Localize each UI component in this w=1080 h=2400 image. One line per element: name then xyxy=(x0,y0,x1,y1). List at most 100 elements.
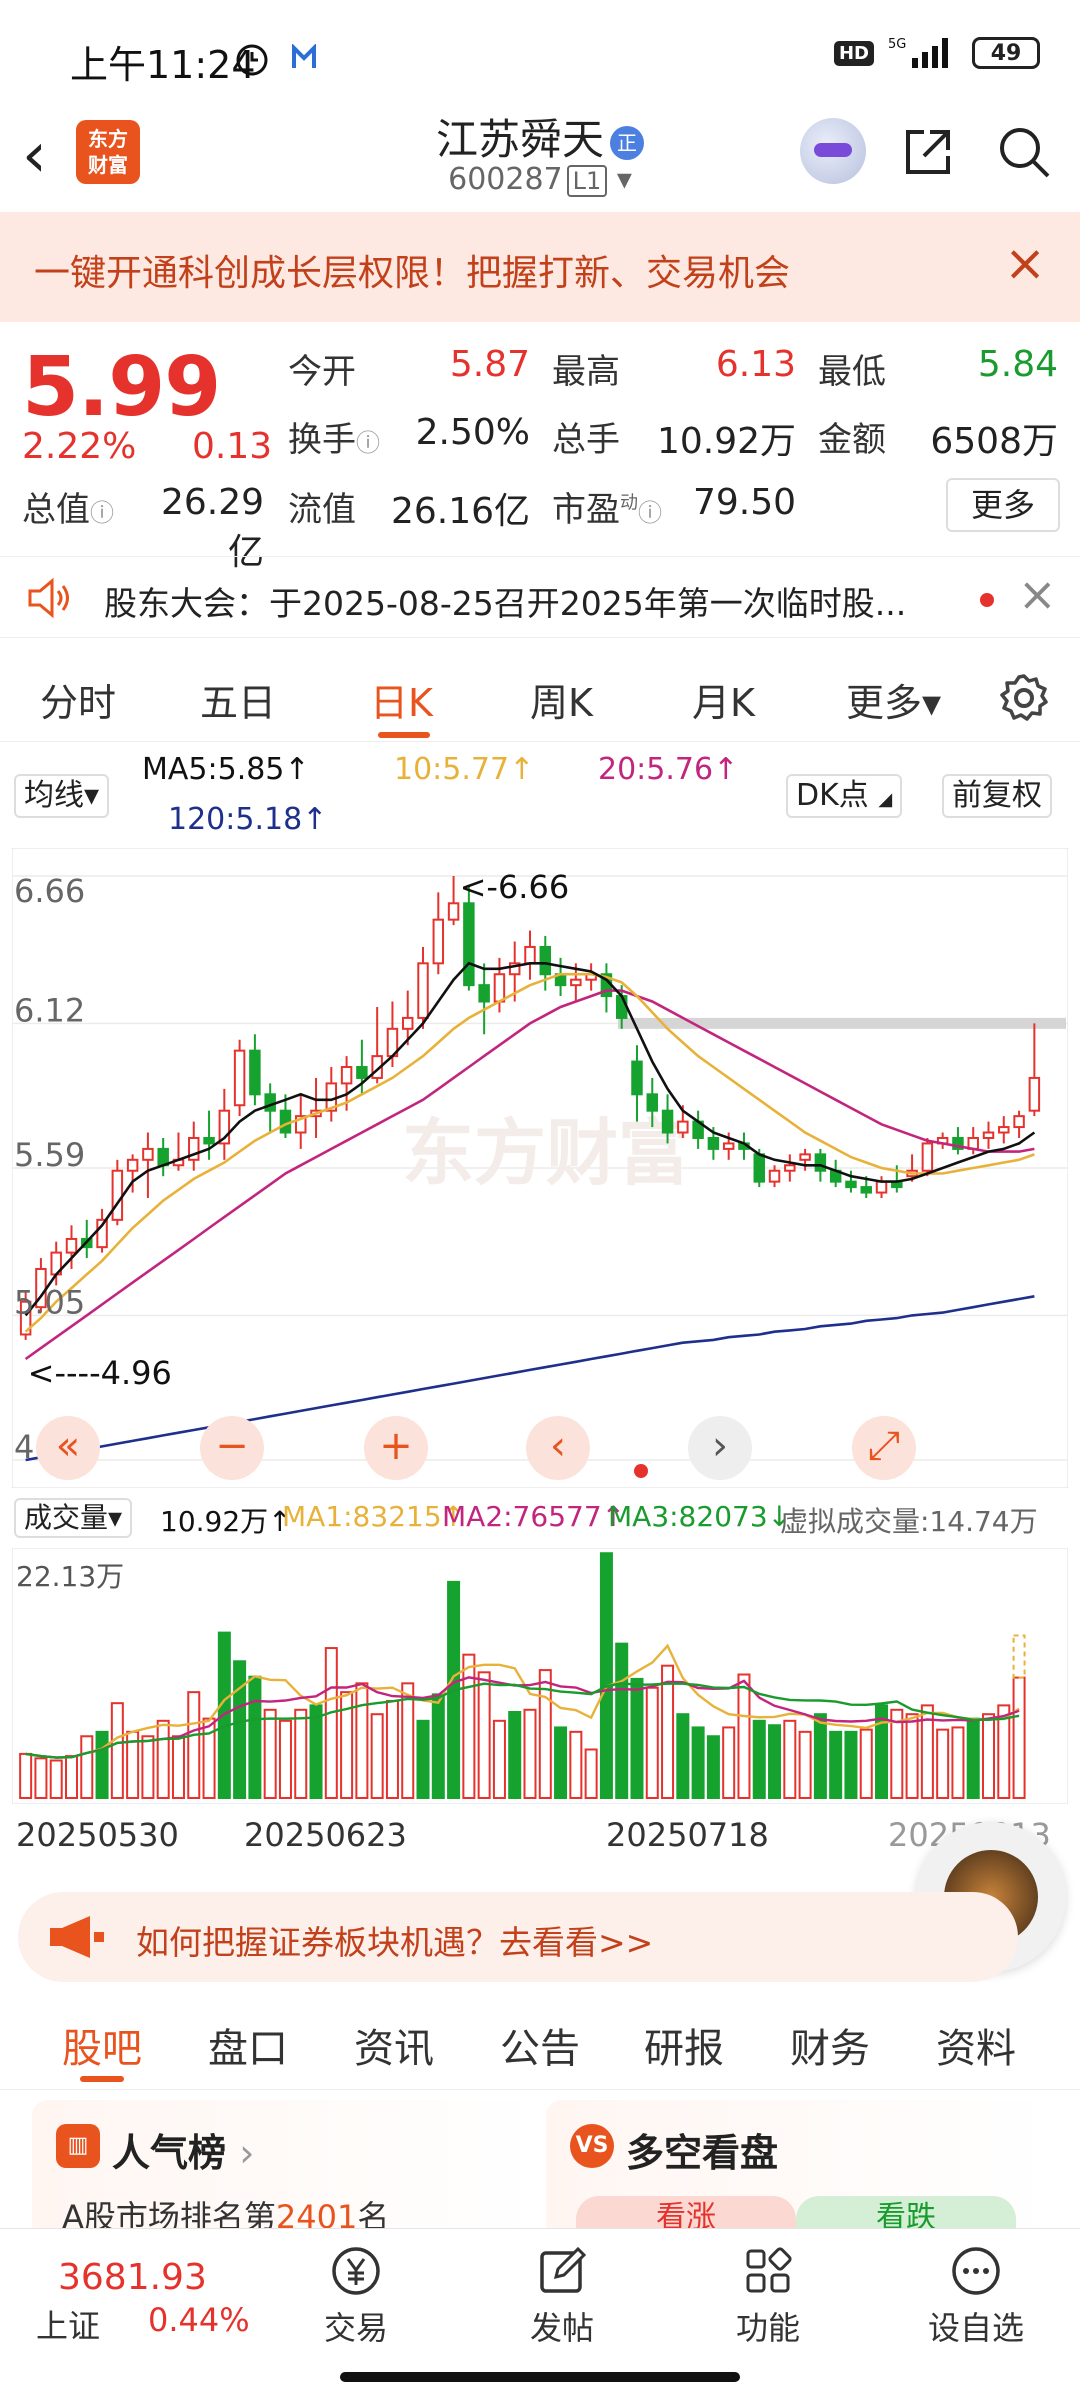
share-icon[interactable] xyxy=(900,124,956,180)
tab-weekly-k[interactable]: 周K xyxy=(530,672,593,727)
app-notification-icon xyxy=(292,44,316,68)
search-icon[interactable] xyxy=(996,124,1052,180)
volume-bar xyxy=(859,1728,873,1799)
bull-bear-title: 多空看盘 xyxy=(626,2131,779,2175)
candle xyxy=(325,1067,338,1122)
tab-announcements[interactable]: 公告 xyxy=(500,2016,580,2074)
bull-bear-card[interactable]: VS 多空看盘 看涨 看跌 xyxy=(546,2100,1056,2242)
candle xyxy=(432,892,445,975)
adjust-selector[interactable]: 前复权 xyxy=(942,774,1052,818)
volume-chart[interactable]: 22.13万 xyxy=(12,1548,1068,1804)
index-change[interactable]: 0.44% xyxy=(148,2301,250,2339)
candle xyxy=(554,957,567,997)
current-price: 5.99 xyxy=(22,340,221,435)
min-price-label: <----4.96 xyxy=(28,1354,172,1392)
tab-more[interactable]: 更多▾ xyxy=(846,672,941,727)
volume-legend: 成交量▾ 10.92万↑ MA1:83215↑ MA2:76577↑ MA3:8… xyxy=(0,1496,1080,1548)
volume-bar xyxy=(355,1682,369,1799)
hd-indicator: HD xyxy=(833,40,874,66)
high-value: 6.13 xyxy=(715,344,796,385)
fullscreen-button[interactable]: ⤢ xyxy=(852,1416,916,1480)
virtual-volume-bar xyxy=(1012,1634,1026,1679)
popularity-card[interactable]: ▥ 人气榜 › A股市场排名第2401名 xyxy=(32,2100,542,2240)
candlestick-chart[interactable]: 东方财富 6.666.125.595.054.52 <-6.66<----4.9… xyxy=(12,848,1068,1488)
candle xyxy=(447,876,460,926)
volume-bar xyxy=(813,1713,827,1800)
virtual-volume: 虚拟成交量:14.74万 xyxy=(780,1505,1038,1538)
announcement-bar[interactable]: 股东大会：于2025-08-25召开2025年第一次临时股... × xyxy=(0,556,1080,638)
ma10-value: 10:5.77↑ xyxy=(394,752,535,787)
pe-label[interactable]: 市盈动ⓘ xyxy=(552,482,662,531)
date-axis: 20250530 20250623 20250718 20250813 xyxy=(0,1812,1080,1862)
candle xyxy=(157,1137,169,1177)
volume-bar xyxy=(278,1719,292,1799)
indicator-selector[interactable]: 均线▾ xyxy=(14,774,110,818)
tab-research[interactable]: 研报 xyxy=(644,2016,724,2074)
announcement-text[interactable]: 股东大会：于2025-08-25召开2025年第一次临时股... xyxy=(104,577,906,625)
ai-assistant-icon[interactable] xyxy=(800,118,866,184)
gear-icon[interactable] xyxy=(996,670,1052,726)
candle xyxy=(585,963,597,991)
volume-indicator-selector[interactable]: 成交量▾ xyxy=(14,1498,133,1538)
volume-bar xyxy=(966,1717,980,1799)
index-value[interactable]: 3681.93 xyxy=(58,2257,207,2298)
candle xyxy=(310,1077,322,1138)
fast-backward-button[interactable]: « xyxy=(36,1416,100,1480)
close-icon[interactable]: × xyxy=(1004,234,1046,292)
volume-label: 总手 xyxy=(552,420,620,460)
volume-bar xyxy=(661,1664,675,1799)
volume-bar xyxy=(95,1730,109,1799)
speaker-icon xyxy=(28,577,69,619)
low-label: 最低 xyxy=(818,352,886,392)
promo-banner[interactable]: 一键开通科创成长层权限！把握打新、交易机会 × xyxy=(0,212,1080,322)
nav-post[interactable]: 发帖 xyxy=(502,2243,622,2349)
unread-dot xyxy=(980,593,994,607)
tab-five-day[interactable]: 五日 xyxy=(200,672,276,727)
scroll-left-button[interactable]: ‹ xyxy=(526,1416,590,1480)
tab-finance[interactable]: 财务 xyxy=(790,2016,870,2074)
volume-bar xyxy=(752,1719,766,1799)
candle xyxy=(188,1121,200,1171)
ad-text[interactable]: 如何把握证券板块机遇？去看看>> xyxy=(136,1916,653,1964)
tab-orderbook[interactable]: 盘口 xyxy=(208,2016,288,2074)
active-tab-indicator xyxy=(378,732,430,738)
tab-daily-k[interactable]: 日K xyxy=(370,672,433,727)
close-icon[interactable]: × xyxy=(1018,567,1057,621)
more-quote-button[interactable]: 更多 xyxy=(946,478,1060,532)
scroll-right-button[interactable]: › xyxy=(688,1416,752,1480)
volume-bar xyxy=(64,1755,78,1800)
nav-trade[interactable]: 交易 xyxy=(296,2243,416,2349)
price-tick-label: 5.05 xyxy=(14,1283,85,1321)
candle xyxy=(936,1132,949,1149)
nav-add-watchlist[interactable]: 设自选 xyxy=(916,2243,1036,2349)
tab-news[interactable]: 资讯 xyxy=(354,2016,434,2074)
zoom-in-button[interactable]: + xyxy=(364,1416,428,1480)
popularity-title: 人气榜 › xyxy=(112,2131,255,2175)
index-name[interactable]: 上证 xyxy=(36,2301,100,2347)
nav-functions[interactable]: 功能 xyxy=(708,2243,828,2349)
volume-bar xyxy=(737,1673,751,1799)
tab-intraday[interactable]: 分时 xyxy=(40,672,116,727)
tab-monthly-k[interactable]: 月K xyxy=(692,672,755,727)
float-label: 流值 xyxy=(288,490,356,530)
zoom-out-button[interactable]: − xyxy=(200,1416,264,1480)
volume-bar xyxy=(492,1719,506,1799)
volume-bar xyxy=(523,1708,537,1799)
ad-banner[interactable]: 如何把握证券板块机遇？去看看>> xyxy=(18,1892,1018,1982)
promo-text[interactable]: 一键开通科创成长层权限！把握打新、交易机会 xyxy=(34,244,790,296)
change-percent: 2.22% xyxy=(22,426,137,467)
volume-bar xyxy=(722,1726,736,1799)
tab-profile[interactable]: 资料 xyxy=(936,2016,1016,2074)
candle xyxy=(952,1127,964,1155)
turnover-label[interactable]: 换手ⓘ xyxy=(288,412,380,461)
volume-bar xyxy=(80,1735,94,1800)
amount-label: 金额 xyxy=(818,420,886,460)
volume-bar xyxy=(982,1713,996,1800)
date-label: 20250530 xyxy=(16,1816,179,1854)
volume-bar xyxy=(508,1710,522,1799)
mktcap-label[interactable]: 总值ⓘ xyxy=(22,482,114,531)
alarm-icon xyxy=(236,44,268,76)
price-tick-label: 5.59 xyxy=(14,1136,85,1174)
dk-point-selector[interactable]: DK点 ◢ xyxy=(786,774,903,818)
tab-forum[interactable]: 股吧 xyxy=(62,2016,142,2074)
